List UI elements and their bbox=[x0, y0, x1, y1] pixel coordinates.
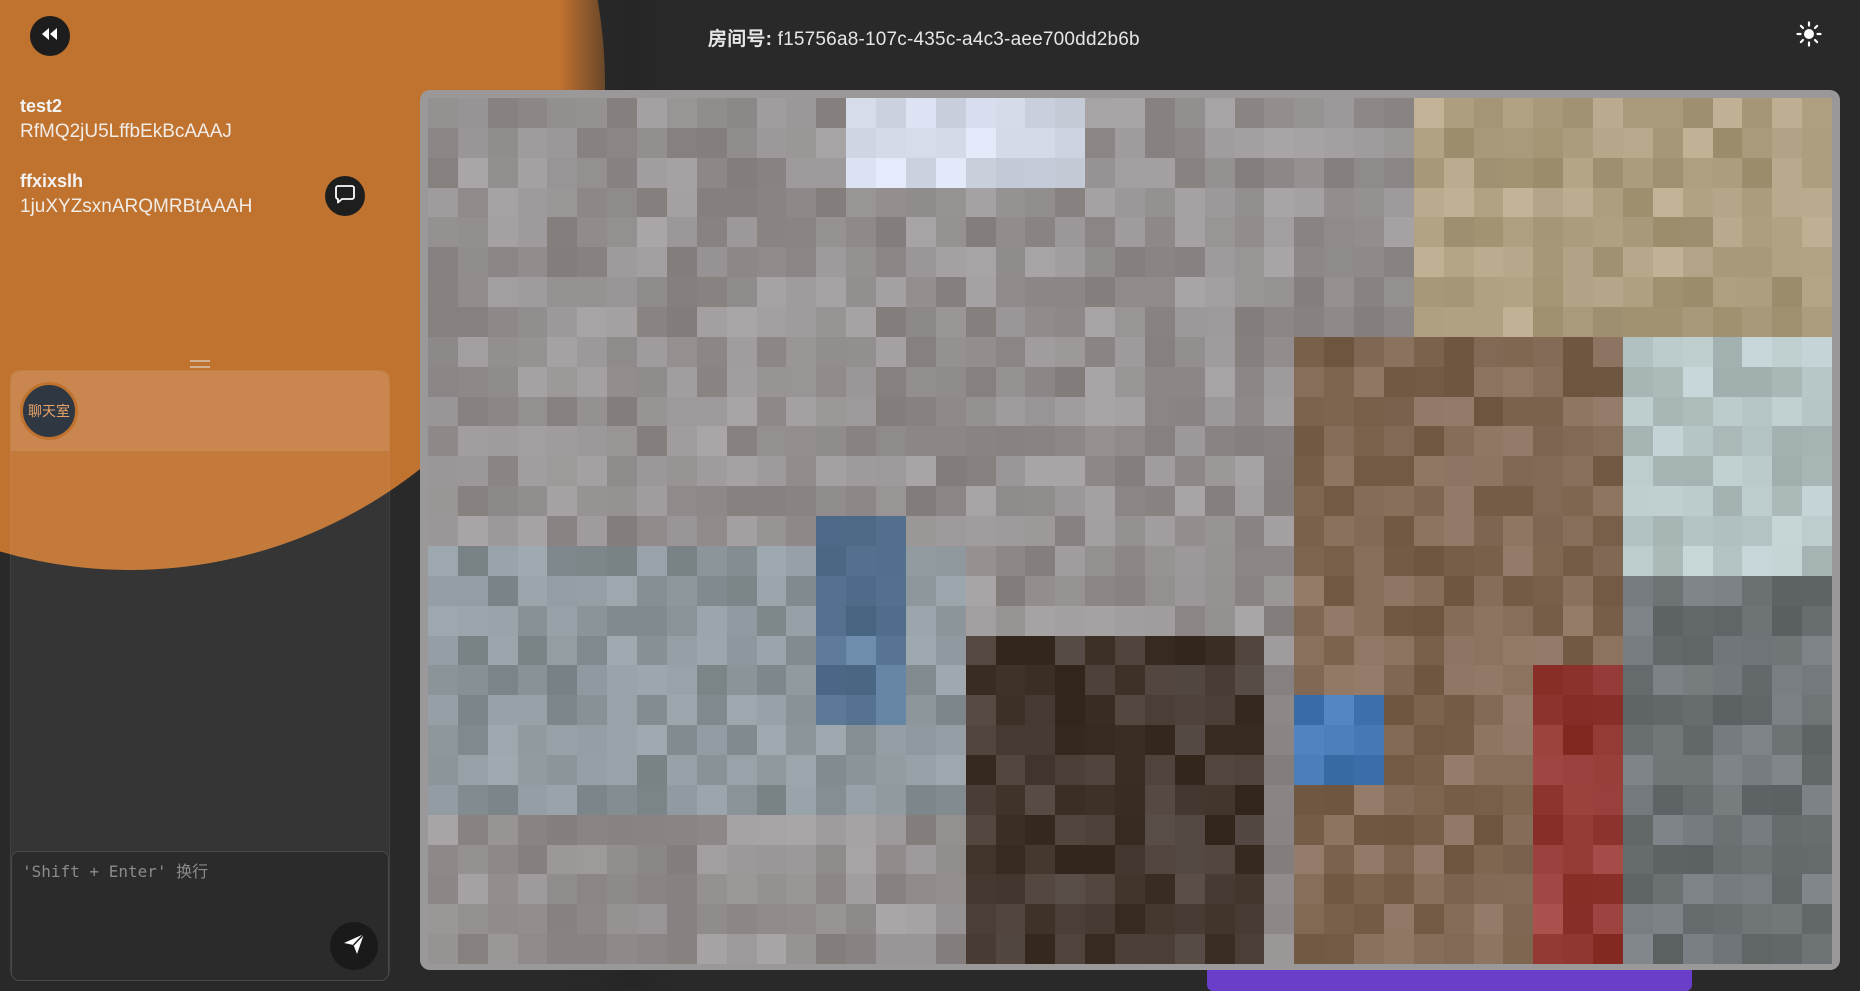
panel-resize-handle[interactable] bbox=[190, 360, 210, 368]
paper-plane-icon bbox=[342, 932, 366, 961]
chat-input-box bbox=[11, 851, 389, 981]
user-id: 1juXYZsxnARQMRBtAAAH bbox=[20, 196, 253, 217]
theme-toggle-button[interactable] bbox=[1795, 20, 1823, 52]
chat-room-avatar-label: 聊天室 bbox=[28, 404, 70, 420]
video-stream bbox=[420, 90, 1840, 970]
chat-bubble-icon bbox=[334, 183, 356, 210]
user-name: ffxixslh bbox=[20, 171, 84, 191]
user-list-item: test2 RfMQ2jU5LffbEkBcAAAJ bbox=[20, 94, 232, 146]
chat-header: 聊天室 bbox=[11, 371, 389, 451]
user-list-item: ffxixslh 1juXYZsxnARQMRBtAAAH bbox=[20, 169, 252, 221]
video-bottom-bar bbox=[1207, 970, 1692, 991]
app-root: 房间号: f15756a8-107c-435c-a4c3-aee700dd2b6… bbox=[0, 0, 1860, 991]
room-title: 房间号: f15756a8-107c-435c-a4c3-aee700dd2b6… bbox=[708, 24, 1140, 51]
back-button[interactable] bbox=[30, 16, 70, 56]
chat-room-avatar[interactable]: 聊天室 bbox=[20, 382, 78, 440]
room-id: f15756a8-107c-435c-a4c3-aee700dd2b6b bbox=[777, 29, 1140, 50]
chat-message-input[interactable] bbox=[22, 860, 377, 940]
room-label: 房间号: bbox=[708, 29, 773, 50]
private-message-button[interactable] bbox=[325, 176, 365, 216]
send-button[interactable] bbox=[330, 922, 378, 970]
video-frame-pixelated bbox=[428, 98, 1832, 964]
sun-icon bbox=[1796, 20, 1822, 52]
rewind-icon bbox=[42, 27, 58, 45]
user-name: test2 bbox=[20, 96, 63, 116]
chat-panel: 聊天室 bbox=[10, 370, 390, 981]
user-id: RfMQ2jU5LffbEkBcAAAJ bbox=[20, 121, 232, 142]
